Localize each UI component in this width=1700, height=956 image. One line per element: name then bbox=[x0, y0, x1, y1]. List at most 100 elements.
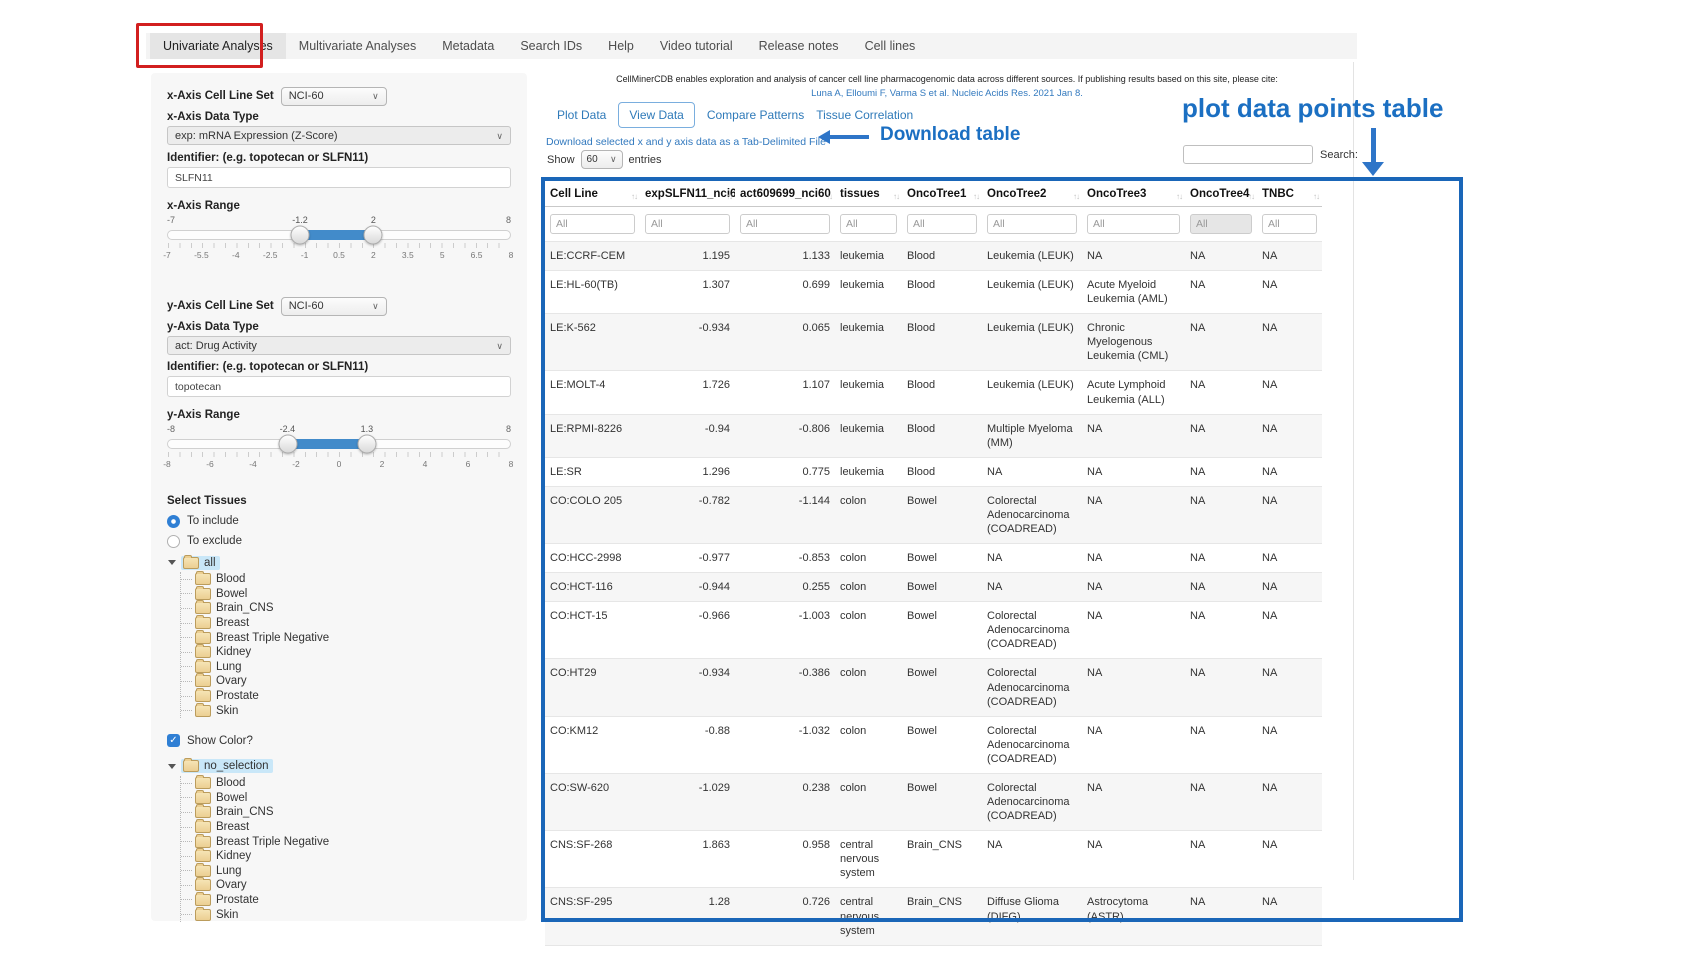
tree-node-no-selection[interactable]: no_selection bbox=[181, 759, 273, 773]
download-link[interactable]: Download selected x and y axis data as a… bbox=[546, 136, 826, 148]
sort-arrows-icon[interactable] bbox=[1176, 190, 1182, 202]
table-row-le-hl-60-tb[interactable]: LE:HL-60(TB)1.3070.699leukemiaBloodLeuke… bbox=[545, 271, 1322, 314]
column-header-oncotree1[interactable]: OncoTree1 bbox=[902, 181, 982, 207]
tree-node-lung[interactable]: Lung bbox=[195, 660, 511, 675]
column-header-expslfn11-nci60[interactable]: expSLFN11_nci60 bbox=[640, 181, 735, 207]
filter-input-expslfn11-nci60[interactable] bbox=[645, 214, 730, 234]
tree-node-breast-triple-negative[interactable]: Breast Triple Negative bbox=[195, 630, 511, 645]
tab-compare-patterns[interactable]: Compare Patterns bbox=[707, 103, 804, 127]
sort-arrows-icon[interactable] bbox=[1073, 190, 1079, 202]
tree-node-blood[interactable]: Blood bbox=[195, 572, 511, 587]
nav-item-cell-lines[interactable]: Cell lines bbox=[852, 33, 929, 59]
tree-node-lung[interactable]: Lung bbox=[195, 864, 511, 879]
sort-arrows-icon[interactable] bbox=[973, 190, 979, 202]
column-header-tnbc[interactable]: TNBC bbox=[1257, 181, 1322, 207]
table-row-le-sr[interactable]: LE:SR1.2960.775leukemiaBloodNANANANA bbox=[545, 457, 1322, 486]
y-range-slider[interactable]: -88-2.41.3-8-6-4-202468 bbox=[167, 424, 511, 469]
tab-plot-data[interactable]: Plot Data bbox=[557, 103, 606, 127]
tree-node-ovary[interactable]: Ovary bbox=[195, 878, 511, 893]
nav-item-multivariate-analyses[interactable]: Multivariate Analyses bbox=[286, 33, 429, 59]
table-row-le-k-562[interactable]: LE:K-562-0.9340.065leukemiaBloodLeukemia… bbox=[545, 314, 1322, 371]
column-header-act609699-nci60[interactable]: act609699_nci60 bbox=[735, 181, 835, 207]
tree-node-prostate[interactable]: Prostate bbox=[195, 689, 511, 704]
tree-node-brain-cns[interactable]: Brain_CNS bbox=[195, 805, 511, 820]
nav-item-video-tutorial[interactable]: Video tutorial bbox=[647, 33, 746, 59]
tab-view-data[interactable]: View Data bbox=[618, 102, 694, 128]
nav-item-search-ids[interactable]: Search IDs bbox=[507, 33, 595, 59]
tree-node-breast[interactable]: Breast bbox=[195, 616, 511, 631]
radio-to-include[interactable]: To include bbox=[167, 512, 511, 530]
tree-node-blood[interactable]: Blood bbox=[195, 776, 511, 791]
table-row-co-hct-15[interactable]: CO:HCT-15-0.966-1.003colonBowelColorecta… bbox=[545, 602, 1322, 659]
table-row-le-rpmi-8226[interactable]: LE:RPMI-8226-0.94-0.806leukemiaBloodMult… bbox=[545, 414, 1322, 457]
tree-node-breast[interactable]: Breast bbox=[195, 820, 511, 835]
tree-node-breast-triple-negative[interactable]: Breast Triple Negative bbox=[195, 834, 511, 849]
table-row-co-sw-620[interactable]: CO:SW-620-1.0290.238colonBowelColorectal… bbox=[545, 773, 1322, 830]
column-header-cell-line[interactable]: Cell Line bbox=[545, 181, 640, 207]
slider-handle-upper[interactable] bbox=[364, 226, 383, 245]
entries-select[interactable]: 60 bbox=[581, 150, 623, 169]
y-cell-line-set-select[interactable]: NCI-60 bbox=[281, 297, 387, 316]
filter-input-tnbc[interactable] bbox=[1262, 214, 1317, 234]
radio-to-exclude[interactable]: To exclude bbox=[167, 532, 511, 550]
table-row-co-hct-116[interactable]: CO:HCT-116-0.9440.255colonBowelNANANANA bbox=[545, 573, 1322, 602]
x-data-type-select[interactable]: exp: mRNA Expression (Z-Score) bbox=[167, 126, 511, 145]
table-row-co-colo-205[interactable]: CO:COLO 205-0.782-1.144colonBowelColorec… bbox=[545, 486, 1322, 543]
cell-tissues: colon bbox=[835, 486, 902, 543]
slider-handle-lower[interactable] bbox=[291, 226, 310, 245]
tree-node-bowel[interactable]: Bowel bbox=[195, 587, 511, 602]
caret-down-icon[interactable] bbox=[168, 764, 176, 769]
x-cell-line-set-select[interactable]: NCI-60 bbox=[281, 87, 387, 106]
y-identifier-input[interactable] bbox=[167, 376, 511, 397]
column-header-tissues[interactable]: tissues bbox=[835, 181, 902, 207]
filter-input-oncotree4[interactable] bbox=[1190, 214, 1252, 234]
filter-input-oncotree3[interactable] bbox=[1087, 214, 1180, 234]
filter-input-cell-line[interactable] bbox=[550, 214, 635, 234]
filter-input-oncotree1[interactable] bbox=[907, 214, 977, 234]
sort-arrows-icon[interactable] bbox=[631, 190, 637, 202]
slider-track[interactable] bbox=[167, 230, 511, 240]
filter-input-oncotree2[interactable] bbox=[987, 214, 1077, 234]
nav-item-univariate-analyses[interactable]: Univariate Analyses bbox=[150, 33, 286, 59]
tree-node-skin[interactable]: Skin bbox=[195, 703, 511, 718]
sort-arrows-icon[interactable] bbox=[893, 190, 899, 202]
x-range-slider[interactable]: -78-1.22-7-5.5-4-2.5-10.523.556.58 bbox=[167, 215, 511, 260]
tree-node-kidney[interactable]: Kidney bbox=[195, 645, 511, 660]
slider-track[interactable] bbox=[167, 439, 511, 449]
column-header-oncotree4[interactable]: OncoTree4 bbox=[1185, 181, 1257, 207]
nav-item-metadata[interactable]: Metadata bbox=[429, 33, 507, 59]
filter-input-tissues[interactable] bbox=[840, 214, 897, 234]
column-header-oncotree2[interactable]: OncoTree2 bbox=[982, 181, 1082, 207]
column-header-oncotree3[interactable]: OncoTree3 bbox=[1082, 181, 1185, 207]
table-row-cns-sf-295[interactable]: CNS:SF-2951.280.726central nervous syste… bbox=[545, 888, 1322, 945]
slider-handle-lower[interactable] bbox=[278, 435, 297, 454]
tree-node-prostate[interactable]: Prostate bbox=[195, 893, 511, 908]
sort-arrows-icon[interactable] bbox=[1248, 190, 1254, 202]
x-identifier-input[interactable] bbox=[167, 167, 511, 188]
folder-icon bbox=[195, 909, 211, 921]
nav-item-help[interactable]: Help bbox=[595, 33, 647, 59]
tree-node-all[interactable]: all bbox=[181, 556, 220, 570]
nav-item-release-notes[interactable]: Release notes bbox=[746, 33, 852, 59]
table-row-cns-sf-268[interactable]: CNS:SF-2681.8630.958central nervous syst… bbox=[545, 831, 1322, 888]
tree-node-kidney[interactable]: Kidney bbox=[195, 849, 511, 864]
cell-tnbc: NA bbox=[1257, 773, 1322, 830]
caret-down-icon[interactable] bbox=[168, 560, 176, 565]
filter-input-act609699-nci60[interactable] bbox=[740, 214, 830, 234]
table-row-co-hcc-2998[interactable]: CO:HCC-2998-0.977-0.853colonBowelNANANAN… bbox=[545, 544, 1322, 573]
show-color-checkbox[interactable]: Show Color? bbox=[167, 732, 511, 750]
tree-node-brain-cns[interactable]: Brain_CNS bbox=[195, 601, 511, 616]
table-row-co-km12[interactable]: CO:KM12-0.88-1.032colonBowelColorectal A… bbox=[545, 716, 1322, 773]
tree-node-ovary[interactable]: Ovary bbox=[195, 674, 511, 689]
y-data-type-select[interactable]: act: Drug Activity bbox=[167, 336, 511, 355]
slider-handle-upper[interactable] bbox=[357, 435, 376, 454]
table-row-co-ht29[interactable]: CO:HT29-0.934-0.386colonBowelColorectal … bbox=[545, 659, 1322, 716]
sort-arrows-icon[interactable] bbox=[826, 190, 832, 202]
tree-node-skin[interactable]: Skin bbox=[195, 907, 511, 922]
sort-arrows-icon[interactable] bbox=[726, 190, 732, 202]
table-row-le-ccrf-cem[interactable]: LE:CCRF-CEM1.1951.133leukemiaBloodLeukem… bbox=[545, 242, 1322, 271]
table-row-le-molt-4[interactable]: LE:MOLT-41.7261.107leukemiaBloodLeukemia… bbox=[545, 371, 1322, 414]
sort-arrows-icon[interactable] bbox=[1313, 190, 1319, 202]
tree-node-bowel[interactable]: Bowel bbox=[195, 791, 511, 806]
search-input[interactable] bbox=[1183, 145, 1313, 164]
